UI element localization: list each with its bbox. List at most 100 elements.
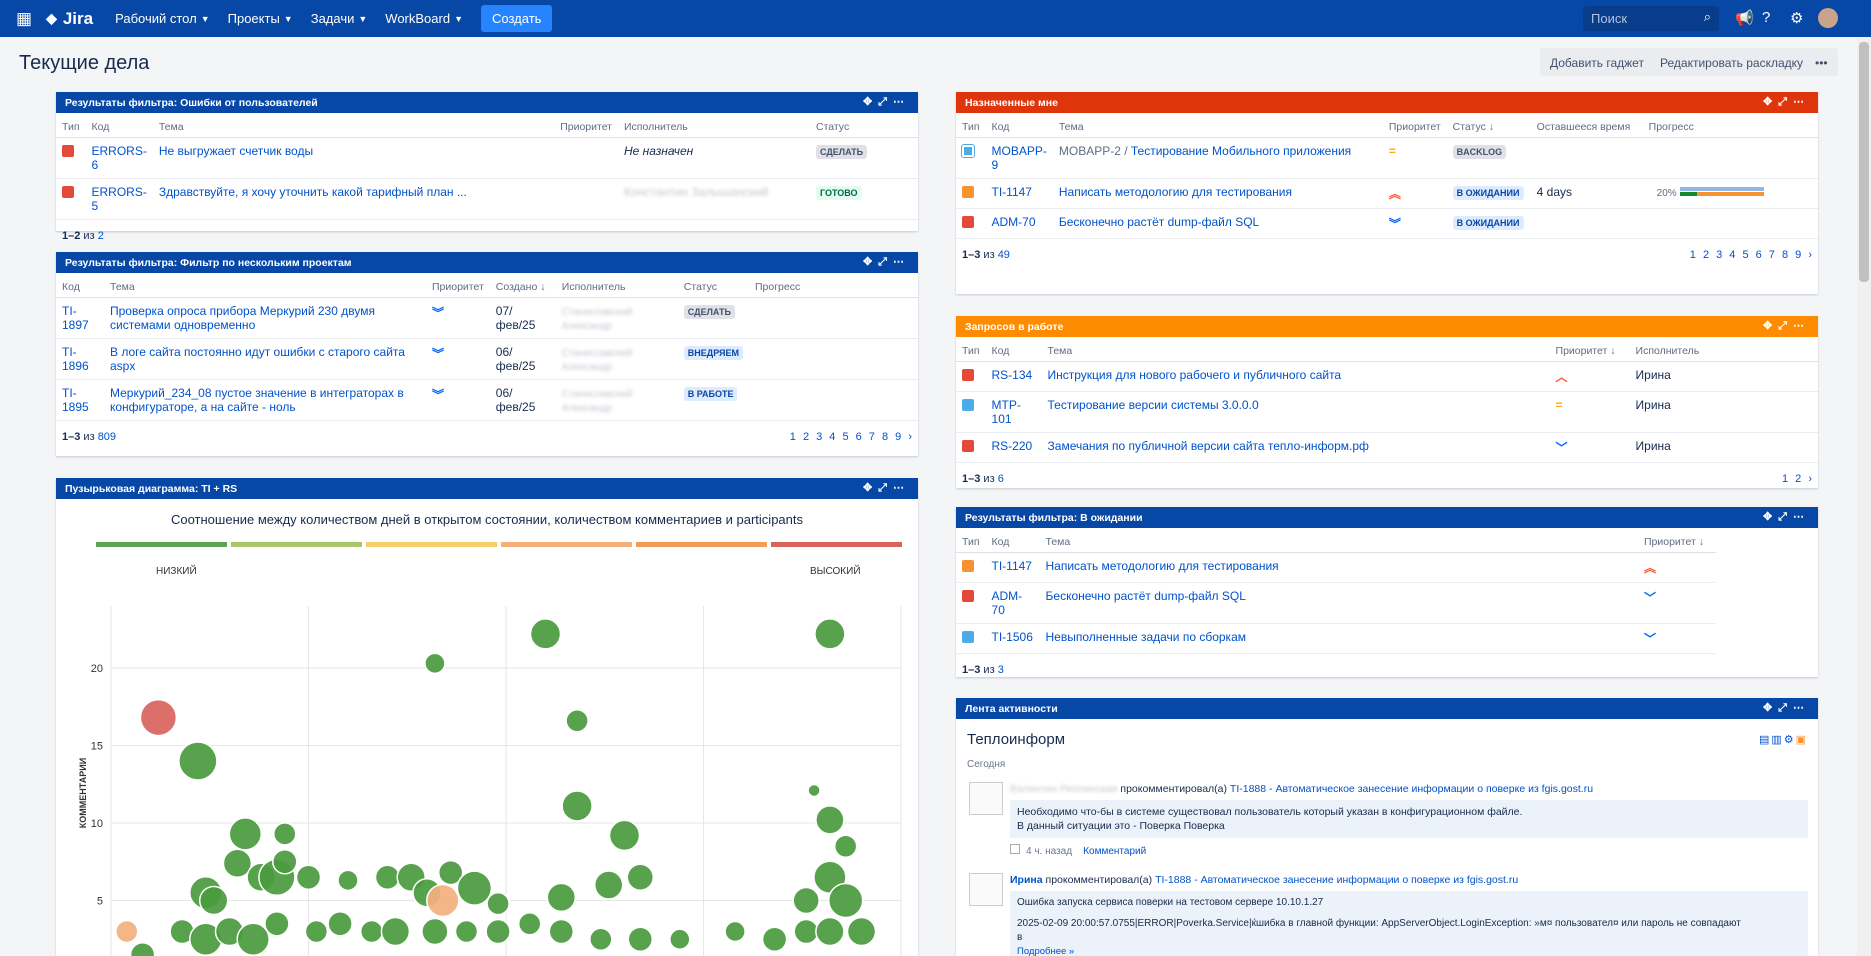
col-priority[interactable]: Приоритет — [1382, 113, 1447, 138]
bubble-point[interactable] — [272, 849, 298, 875]
issue-summary-link[interactable]: Замечания по публичной версии сайта тепл… — [1048, 439, 1369, 453]
col-summary[interactable]: Тема — [1041, 337, 1550, 362]
col-status[interactable]: Статус — [810, 113, 918, 138]
issue-key-link[interactable]: TI-1895 — [62, 386, 89, 414]
activity-issue-link[interactable]: TI-1888 - Автоматическое занесение инфор… — [1155, 874, 1518, 886]
issue-key-link[interactable]: MOBAPP-9 — [992, 144, 1047, 172]
issue-summary-link[interactable]: Бесконечно растёт dump-файл SQL — [1059, 215, 1259, 229]
parent-key[interactable]: MOBAPP-2 / — [1059, 144, 1128, 158]
bubble-point[interactable] — [793, 918, 819, 945]
col-status[interactable]: Статус — [677, 273, 749, 298]
scrollbar-thumb[interactable] — [1859, 42, 1869, 282]
issue-key-link[interactable]: MTP-101 — [992, 398, 1021, 426]
nav-dashboards[interactable]: Рабочий стол ▼ — [115, 11, 210, 26]
col-remaining[interactable]: Оставшееся время — [1530, 113, 1643, 138]
bubble-point[interactable] — [669, 928, 691, 950]
issue-key-link[interactable]: ADM-70 — [992, 589, 1023, 617]
bubble-point[interactable] — [129, 942, 156, 956]
nav-workboard[interactable]: WorkBoard ▼ — [385, 11, 463, 26]
issue-key-link[interactable]: TI-1896 — [62, 345, 89, 373]
edit-layout-button[interactable]: Редактировать раскладку — [1650, 48, 1814, 76]
col-priority[interactable]: Приоритет — [426, 273, 490, 298]
col-created[interactable]: Создано ↓ — [489, 273, 556, 298]
col-key[interactable]: Код — [56, 273, 104, 298]
gadget-actions-icon[interactable]: ✥⤢⋯ — [863, 255, 910, 269]
user-avatar[interactable] — [969, 782, 1003, 815]
col-key[interactable]: Код — [985, 113, 1053, 138]
total-link[interactable]: 3 — [998, 664, 1004, 676]
issue-summary-link[interactable]: Меркурий_234_08 пустое значение в интегр… — [110, 386, 404, 414]
bubble-point[interactable] — [485, 918, 511, 945]
bubble-point[interactable] — [178, 741, 218, 781]
bubble-point[interactable] — [304, 919, 329, 944]
bubble-point[interactable] — [228, 817, 263, 851]
col-key[interactable]: Код — [985, 337, 1042, 362]
issue-key-link[interactable]: ERRORS-5 — [92, 185, 147, 213]
app-switcher-icon[interactable]: ▦ — [16, 9, 32, 29]
gadget-actions-icon[interactable]: ✥⤢⋯ — [1763, 319, 1810, 333]
bubble-point[interactable] — [273, 822, 297, 846]
col-summary[interactable]: Тема — [152, 113, 555, 138]
bubble-point[interactable] — [565, 708, 589, 733]
bubble-point[interactable] — [380, 916, 411, 947]
issue-key-link[interactable]: RS-134 — [992, 368, 1033, 382]
col-progress[interactable]: Прогресс — [748, 273, 918, 298]
create-button[interactable]: Создать — [481, 5, 553, 32]
help-icon[interactable]: ? — [1762, 9, 1770, 26]
activity-issue-link[interactable]: TI-1888 - Автоматическое занесение инфор… — [1230, 783, 1593, 795]
bubble-point[interactable] — [627, 926, 654, 952]
rss-icon[interactable]: ▣ — [1796, 734, 1808, 746]
col-priority[interactable]: Приоритет — [554, 113, 618, 138]
bubble-point[interactable] — [546, 882, 577, 913]
gadget-actions-icon[interactable]: ✥⤢⋯ — [863, 95, 910, 109]
bubble-point[interactable] — [814, 618, 846, 650]
notifications-icon[interactable]: 📢 — [1735, 9, 1754, 27]
bubble-point[interactable] — [807, 783, 821, 798]
issue-key-link[interactable]: ADM-70 — [992, 215, 1036, 229]
gadget-actions-icon[interactable]: ✥⤢⋯ — [1763, 510, 1810, 524]
bubble-point[interactable] — [626, 863, 655, 891]
read-more-link[interactable]: Подробнее » — [1017, 946, 1074, 956]
more-button[interactable]: ••• — [1808, 48, 1838, 76]
bubble-point[interactable] — [608, 819, 641, 852]
gadget-actions-icon[interactable]: ✥⤢⋯ — [1763, 95, 1810, 109]
issue-summary-link[interactable]: Проверка опроса прибора Меркурий 230 дву… — [110, 304, 375, 332]
bubble-point[interactable] — [548, 918, 575, 945]
bubble-point[interactable] — [815, 916, 845, 947]
bubble-point[interactable] — [421, 917, 449, 946]
issue-key-link[interactable]: RS-220 — [992, 439, 1033, 453]
bubble-point[interactable] — [374, 864, 401, 890]
issue-key-link[interactable]: TI-1506 — [992, 630, 1033, 644]
bubble-point[interactable] — [454, 919, 479, 944]
issue-summary-link[interactable]: Здравствуйте, я хочу уточнить какой тари… — [159, 185, 467, 199]
issue-summary-link[interactable]: Написать методологию для тестирования — [1059, 185, 1292, 199]
activity-user[interactable]: Валентин Реплинская — [1010, 783, 1117, 795]
issue-summary-link[interactable]: Не выгружает счетчик воды — [159, 144, 313, 158]
gadget-actions-icon[interactable]: ✥⤢⋯ — [1763, 701, 1810, 715]
pagination[interactable]: 1 2 3 4 5 6 7 8 9 › — [1690, 249, 1812, 261]
issue-summary-link[interactable]: Инструкция для нового рабочего и публичн… — [1048, 368, 1342, 382]
bubble-point[interactable] — [115, 919, 139, 944]
col-key[interactable]: Код — [985, 528, 1040, 553]
activity-user[interactable]: Ирина — [1010, 874, 1043, 886]
col-key[interactable]: Код — [85, 113, 153, 138]
bubble-point[interactable] — [327, 911, 353, 937]
bubble-point[interactable] — [424, 652, 446, 675]
col-status[interactable]: Статус ↓ — [1446, 113, 1531, 138]
total-link[interactable]: 49 — [998, 249, 1010, 261]
bubble-point[interactable] — [295, 864, 322, 890]
bubble-point[interactable] — [517, 912, 542, 936]
total-link[interactable]: 809 — [98, 431, 116, 443]
nav-projects[interactable]: Проекты ▼ — [228, 11, 293, 26]
bubble-point[interactable] — [529, 618, 562, 650]
bubble-point[interactable] — [139, 698, 178, 737]
col-priority[interactable]: Приоритет ↓ — [1549, 337, 1630, 362]
bubble-point[interactable] — [589, 927, 613, 951]
pagination[interactable]: 1 2 3 4 5 6 7 8 9 › — [790, 431, 912, 443]
add-gadget-button[interactable]: Добавить гаджет — [1540, 48, 1654, 76]
issue-key-link[interactable]: ERRORS-6 — [92, 144, 147, 172]
col-assignee[interactable]: Исполнитель — [618, 113, 810, 138]
issue-summary-link[interactable]: Тестирование Мобильного приложения — [1131, 144, 1351, 158]
bubble-point[interactable] — [761, 926, 788, 952]
bubble-point[interactable] — [236, 922, 270, 956]
